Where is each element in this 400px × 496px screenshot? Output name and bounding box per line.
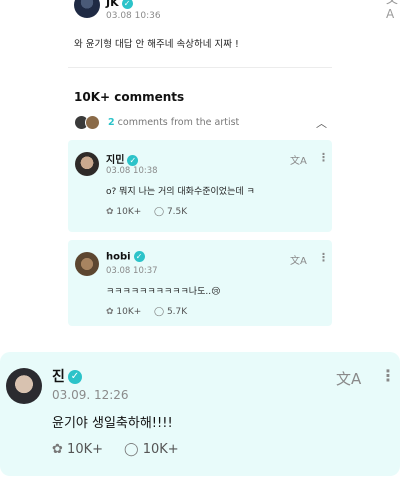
post-header: JK✓ 03.08 10:36 文A [74, 0, 398, 26]
verified-icon: ✓ [121, 0, 133, 9]
artist-comments-toggle[interactable]: 2 comments from the artist ︿ [74, 115, 334, 131]
more-icon[interactable]: ⋮ [380, 366, 396, 385]
like-button[interactable]: ✿ 10K+ [106, 307, 141, 317]
translate-icon[interactable]: 文A [336, 368, 361, 389]
comment-card: hobi ✓ 03.08 10:37 文A ⋮ ㅋㅋㅋㅋㅋㅋㅋㅋㅋㅋ나도..😢 ✿… [68, 240, 332, 326]
comment-text: o? 뭐지 나는 거의 대화수준이었는데 ㅋ [106, 187, 255, 197]
like-button[interactable]: ✿ 10K+ [52, 442, 103, 457]
reply-icon: ◯ [124, 442, 139, 457]
like-icon: ✿ [106, 307, 114, 317]
artist-comments-label: 2 comments from the artist [108, 117, 240, 128]
more-icon[interactable]: ⋮ [318, 151, 329, 164]
reply-icon: ◯ [154, 307, 165, 317]
artist-avatar [85, 115, 100, 130]
avatar[interactable] [75, 252, 99, 276]
like-icon: ✿ [106, 207, 114, 217]
reply-button[interactable]: ◯ 10K+ [124, 442, 179, 457]
verified-icon: ✓ [133, 251, 145, 262]
avatar[interactable] [75, 152, 99, 176]
like-button[interactable]: ✿ 10K+ [106, 207, 141, 217]
comments-count: 10K+ comments [74, 90, 185, 104]
more-icon[interactable]: ⋮ [318, 251, 329, 264]
avatar[interactable] [6, 368, 42, 404]
comment-text: 윤기야 생일축하해!!!! [52, 416, 173, 431]
reply-button[interactable]: ◯ 5.7K [154, 307, 187, 317]
reply-icon: ◯ [154, 207, 165, 217]
comment-time: 03.08 10:38 [106, 166, 158, 176]
verified-icon: ✓ [67, 370, 82, 384]
comment-time: 03.08 10:37 [106, 266, 158, 276]
comment-time: 03.09. 12:26 [52, 388, 129, 402]
translate-icon[interactable]: 文A [290, 252, 307, 267]
divider [68, 67, 332, 68]
verified-icon: ✓ [127, 154, 139, 166]
author-avatar[interactable] [74, 0, 100, 18]
comment-author[interactable]: hobi ✓ [106, 251, 145, 263]
comment-card: 진 ✓ 03.09. 12:26 文A ⋮ 윤기야 생일축하해!!!! ✿ 10K… [0, 352, 400, 476]
post-text: 와 윤기형 대답 안 해주네 속상하네 지짜 ! [74, 39, 239, 50]
comment-author[interactable]: 진 ✓ [52, 366, 82, 386]
comment-text: ㅋㅋㅋㅋㅋㅋㅋㅋㅋㅋ나도..😢 [106, 287, 221, 297]
chevron-up-icon[interactable]: ︿ [316, 115, 327, 131]
translate-icon[interactable]: 文A [290, 152, 307, 167]
comment-author[interactable]: 지민 ✓ [106, 151, 139, 166]
post-time: 03.08 10:36 [106, 11, 161, 21]
translate-icon[interactable]: 文A [386, 0, 398, 21]
author-name[interactable]: JK ✓ [106, 0, 133, 9]
reply-button[interactable]: ◯ 7.5K [154, 207, 187, 217]
like-icon: ✿ [52, 442, 63, 457]
comment-card: 지민 ✓ 03.08 10:38 文A ⋮ o? 뭐지 나는 거의 대화수준이었는… [68, 140, 332, 232]
